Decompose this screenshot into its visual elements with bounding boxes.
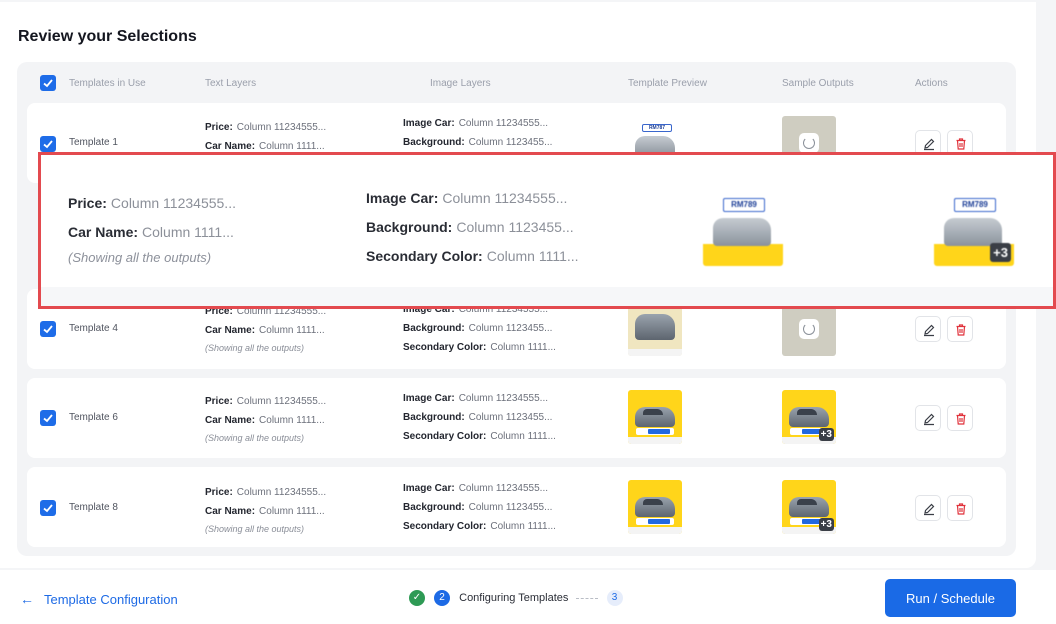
text-layer-car-name: Car Name: Column 1111... — [205, 325, 325, 336]
select-all-checkbox[interactable] — [40, 75, 56, 91]
image-layer-background: Background: Column 1123455... — [403, 412, 553, 423]
zoom-sample-output-image[interactable]: RM789 +3 — [934, 186, 1014, 266]
step-divider — [576, 597, 599, 599]
showing-all-note: (Showing all the outputs) — [205, 433, 305, 443]
template-name: Template 8 — [69, 502, 118, 513]
image-layer-car: Image Car: Column 11234555... — [403, 393, 549, 404]
row-checkbox[interactable] — [40, 136, 56, 152]
header-templates: Templates in Use — [69, 78, 146, 89]
template-preview-image[interactable] — [628, 302, 682, 356]
text-layer-price: Price: Column 11234555... — [205, 396, 327, 407]
pencil-icon — [924, 503, 935, 516]
zoom-text-layer-price: Price: Column 11234555... — [68, 195, 236, 211]
image-layer-car: Image Car: Column 11234555... — [403, 483, 549, 494]
image-layer-secondary-color: Secondary Color: Column 1111... — [403, 521, 556, 532]
edit-button[interactable] — [915, 495, 941, 521]
image-layer-car: Image Car: Column 11234555... — [403, 118, 549, 129]
trash-icon — [956, 138, 966, 150]
image-layer-secondary-color: Secondary Color: Column 1111... — [403, 431, 556, 442]
text-layer-car-name: Car Name: Column 1111... — [205, 415, 325, 426]
table-row: Template 8 Price: Column 11234555... Car … — [27, 467, 1006, 547]
text-layer-car-name: Car Name: Column 1111... — [205, 506, 325, 517]
step-current-number: 2 — [434, 590, 451, 606]
back-label: Template Configuration — [44, 592, 178, 607]
sample-output-loading — [782, 302, 836, 356]
stepper: ✓ 2 Configuring Templates 3 — [409, 590, 623, 606]
more-outputs-badge: +3 — [818, 428, 834, 441]
selections-table: Templates in Use Text Layers Image Layer… — [17, 62, 1016, 556]
template-name: Template 4 — [69, 323, 118, 334]
check-icon — [43, 140, 53, 149]
text-layer-price: Price: Column 11234555... — [205, 487, 327, 498]
step-complete-icon: ✓ — [409, 590, 425, 606]
zoom-showing-all-note: (Showing all the outputs) — [68, 250, 212, 265]
loading-spinner-icon — [799, 133, 819, 153]
delete-button[interactable] — [947, 495, 973, 521]
edit-button[interactable] — [915, 316, 941, 342]
template-preview-image[interactable] — [628, 480, 682, 534]
header-sample-outputs: Sample Outputs — [782, 78, 854, 89]
template-preview-image[interactable] — [628, 390, 682, 444]
check-icon — [43, 414, 53, 423]
zoom-image-layer-background: Background: Column 1123455... — [366, 219, 574, 235]
sample-output-image[interactable]: +3 — [782, 390, 836, 444]
template-name: Template 6 — [69, 412, 118, 423]
header-text-layers: Text Layers — [205, 78, 257, 89]
trash-icon — [956, 503, 966, 515]
row-checkbox[interactable] — [40, 321, 56, 337]
loading-spinner-icon — [799, 319, 819, 339]
zoom-template-preview-image[interactable]: RM789 — [703, 186, 783, 266]
run-schedule-button[interactable]: Run / Schedule — [885, 579, 1016, 617]
edit-button[interactable] — [915, 405, 941, 431]
header-template-preview: Template Preview — [628, 78, 707, 89]
pencil-icon — [924, 324, 935, 337]
delete-button[interactable] — [947, 405, 973, 431]
delete-button[interactable] — [947, 316, 973, 342]
check-icon — [43, 504, 53, 513]
showing-all-note: (Showing all the outputs) — [205, 343, 305, 353]
image-layer-background: Background: Column 1123455... — [403, 323, 553, 334]
arrow-left-icon: ← — [20, 591, 34, 607]
pencil-icon — [924, 413, 935, 426]
row-checkbox[interactable] — [40, 500, 56, 516]
text-layer-price: Price: Column 11234555... — [205, 122, 327, 133]
image-layer-background: Background: Column 1123455... — [403, 502, 553, 513]
image-layer-secondary-color: Secondary Color: Column 1111... — [403, 342, 556, 353]
page-title: Review your Selections — [18, 28, 197, 45]
table-row: Template 6 Price: Column 11234555... Car … — [27, 378, 1006, 458]
zoom-text-layer-car-name: Car Name: Column 1111... — [68, 224, 234, 240]
row-checkbox[interactable] — [40, 410, 56, 426]
trash-icon — [956, 324, 966, 336]
text-layer-car-name: Car Name: Column 1111... — [205, 141, 325, 152]
more-outputs-badge: +3 — [818, 518, 834, 531]
check-icon — [43, 79, 53, 88]
image-layer-background: Background: Column 1123455... — [403, 137, 553, 148]
header-image-layers: Image Layers — [430, 78, 491, 89]
header-actions: Actions — [915, 78, 948, 89]
check-icon — [43, 325, 53, 334]
zoom-image-layer-car: Image Car: Column 11234555... — [366, 190, 568, 206]
step-next-number: 3 — [606, 590, 623, 606]
trash-icon — [956, 413, 966, 425]
showing-all-note: (Showing all the outputs) — [205, 524, 305, 534]
footer-bar: ← Template Configuration ✓ 2 Configuring … — [0, 570, 1056, 624]
zoomed-row-highlight: Price: Column 11234555... Car Name: Column… — [38, 152, 1056, 309]
back-link[interactable]: ← Template Configuration — [20, 591, 178, 607]
template-name: Template 1 — [69, 137, 118, 148]
pencil-icon — [924, 138, 935, 151]
sample-output-image[interactable]: +3 — [782, 480, 836, 534]
step-current-label: Configuring Templates — [459, 592, 569, 604]
zoom-image-layer-secondary-color: Secondary Color: Column 1111... — [366, 248, 579, 264]
more-outputs-badge: +3 — [990, 243, 1011, 262]
